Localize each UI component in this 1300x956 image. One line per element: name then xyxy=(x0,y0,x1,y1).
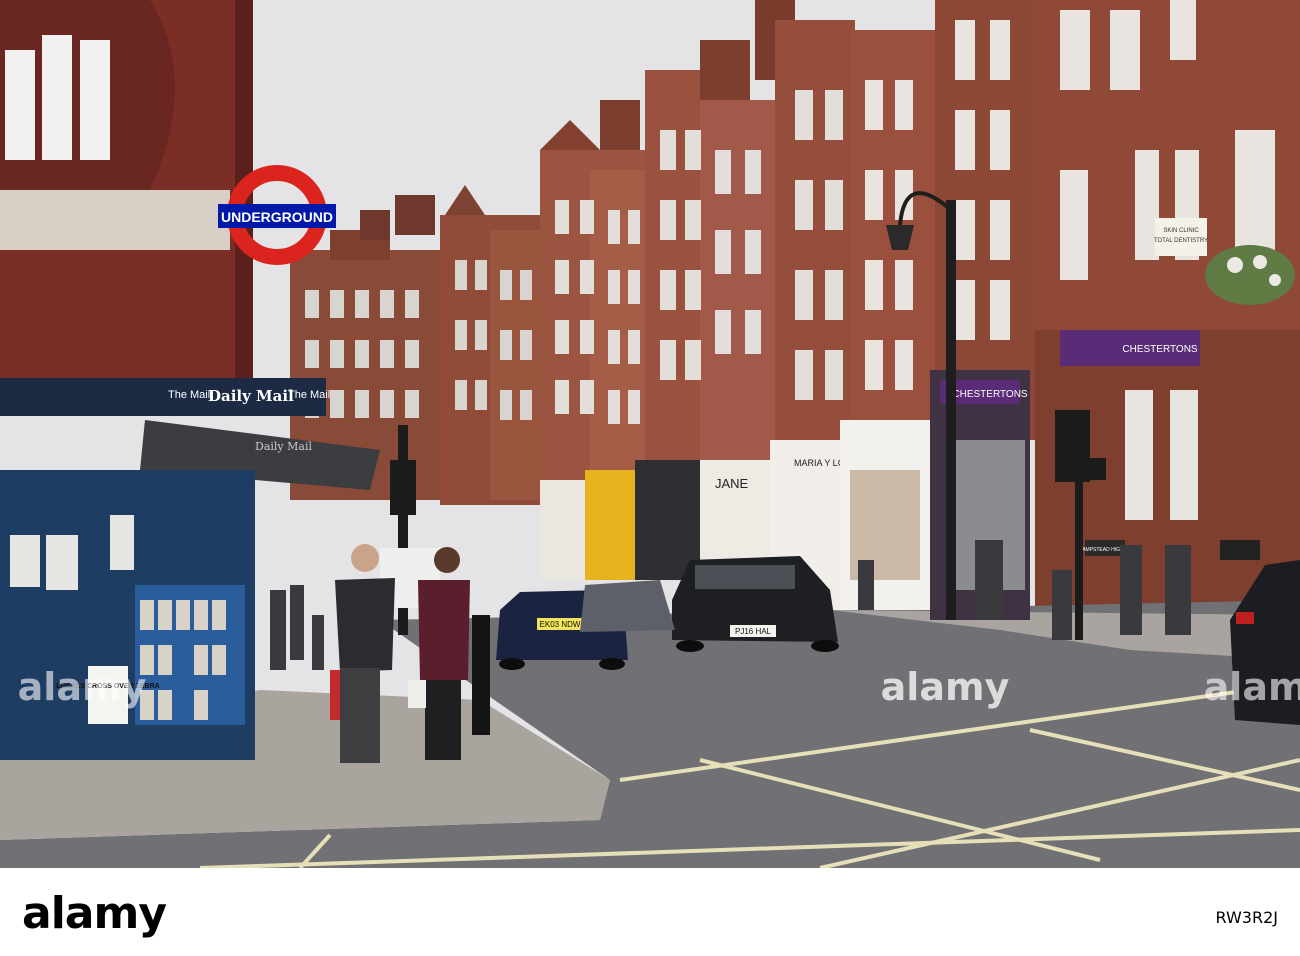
watermark-right: alamy xyxy=(1204,665,1300,709)
street-photo: UNDERGROUND JANE MARIA Y LOLA CHESTERTON… xyxy=(0,0,1300,868)
clinic-sign-line2: TOTAL DENTISTRY xyxy=(1154,238,1208,244)
footer-logo[interactable]: alamy xyxy=(22,888,167,939)
image-id: RW3R2J xyxy=(1215,908,1278,927)
watermark-center: alamy xyxy=(881,665,1010,709)
stock-photo-page: UNDERGROUND JANE MARIA Y LOLA CHESTERTON… xyxy=(0,0,1300,956)
bmw-plate: PJ16 HAL xyxy=(735,627,772,636)
stock-footer-bar: alamy RW3R2J xyxy=(0,868,1300,956)
jaguar-plate: EK03 NDW xyxy=(540,620,581,629)
chestertons-sign-1: CHESTERTONS xyxy=(952,389,1028,400)
kiosk-header-left: The Mail xyxy=(168,389,210,401)
audi-car xyxy=(580,580,675,632)
kiosk-header-right: The Mail xyxy=(288,389,330,401)
tube-station-building xyxy=(0,0,253,390)
clinic-sign-line1: SKIN CLINIC xyxy=(1163,228,1199,234)
kiosk-awning-text: Daily Mail xyxy=(255,440,312,453)
underground-sign-label: UNDERGROUND xyxy=(221,209,333,225)
watermark-left: alamy xyxy=(18,665,147,709)
chestertons-sign-2: CHESTERTONS xyxy=(1122,344,1198,355)
shop-jane-sign: JANE xyxy=(715,476,749,491)
street-scene: UNDERGROUND JANE MARIA Y LOLA CHESTERTON… xyxy=(0,0,1300,868)
kiosk-header-center: Daily Mail xyxy=(208,387,294,405)
bollard xyxy=(472,615,490,735)
